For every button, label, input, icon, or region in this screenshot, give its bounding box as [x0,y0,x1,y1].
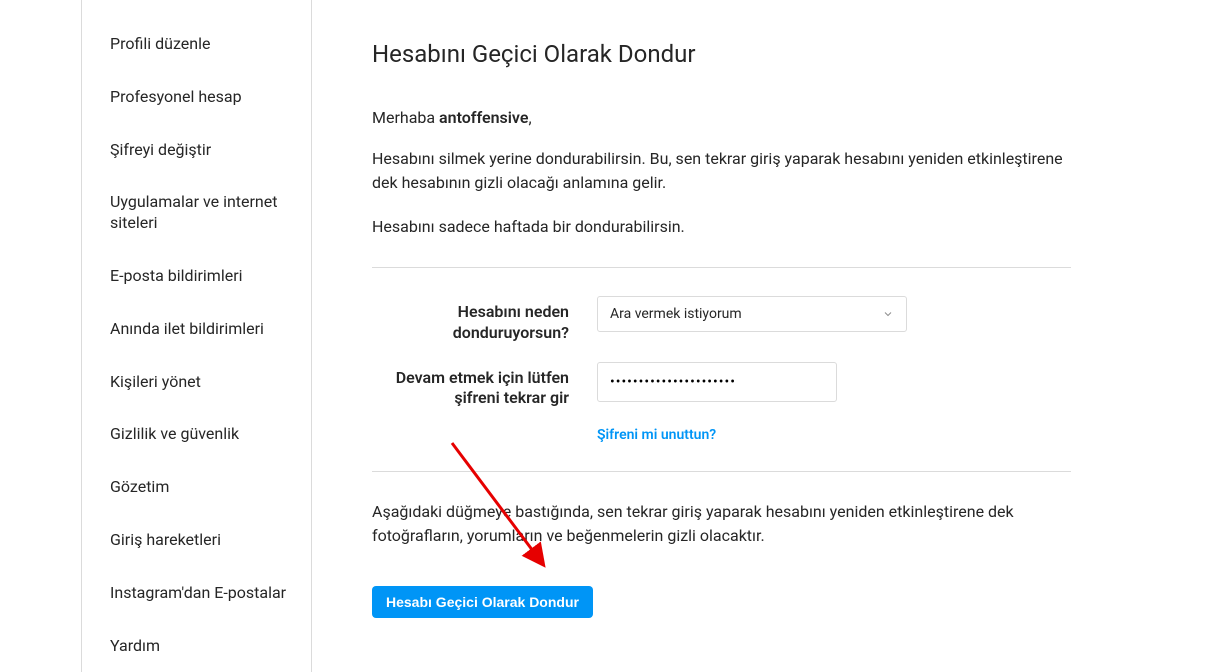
forgot-password-link[interactable]: Şifreni mi unuttun? [597,427,716,443]
greeting-prefix: Merhaba [372,108,439,127]
sidebar-item-professional-account[interactable]: Profesyonel hesap [82,71,311,124]
sidebar-item-apps-websites[interactable]: Uygulamalar ve internet siteleri [82,176,311,250]
chevron-down-icon [882,308,894,320]
sidebar-item-edit-profile[interactable]: Profili düzenle [82,18,311,71]
divider-bottom [372,471,1071,472]
sidebar-item-privacy-security[interactable]: Gizlilik ve güvenlik [82,408,311,461]
description-2: Hesabını sadece haftada bir dondurabilir… [372,215,1071,239]
password-label: Devam etmek için lütfen şifreni tekrar g… [372,362,597,410]
bottom-description: Aşağıdaki düğmeye bastığında, sen tekrar… [372,500,1071,548]
sidebar-item-email-notifications[interactable]: E-posta bildirimleri [82,250,311,303]
reason-label: Hesabını neden donduruyorsun? [372,296,597,344]
sidebar-item-change-password[interactable]: Şifreyi değiştir [82,124,311,177]
disable-account-button[interactable]: Hesabı Geçici Olarak Dondur [372,586,593,618]
password-row: Devam etmek için lütfen şifreni tekrar g… [372,362,1071,410]
password-input[interactable] [597,362,837,402]
main-content: Hesabını Geçici Olarak Dondur Merhaba an… [312,0,1131,672]
sidebar-item-login-activity[interactable]: Giriş hareketleri [82,514,311,567]
username: antoffensive [439,108,528,127]
forgot-row: Şifreni mi unuttun? [372,427,1071,443]
page-title: Hesabını Geçici Olarak Dondur [372,40,1071,68]
greeting-text: Merhaba antoffensive, [372,108,1071,127]
sidebar-item-emails-from-instagram[interactable]: Instagram'dan E-postalar [82,567,311,620]
settings-sidebar: Profili düzenle Profesyonel hesap Şifrey… [82,0,312,672]
sidebar-item-push-notifications[interactable]: Anında ilet bildirimleri [82,303,311,356]
greeting-suffix: , [528,108,531,127]
reason-select-value: Ara vermek istiyorum [610,306,882,322]
sidebar-item-manage-contacts[interactable]: Kişileri yönet [82,356,311,409]
sidebar-item-help[interactable]: Yardım [82,620,311,672]
reason-select[interactable]: Ara vermek istiyorum [597,296,907,332]
description-1: Hesabını silmek yerine dondurabilirsin. … [372,147,1071,195]
reason-row: Hesabını neden donduruyorsun? Ara vermek… [372,296,1071,344]
sidebar-item-supervision[interactable]: Gözetim [82,461,311,514]
divider-top [372,267,1071,268]
